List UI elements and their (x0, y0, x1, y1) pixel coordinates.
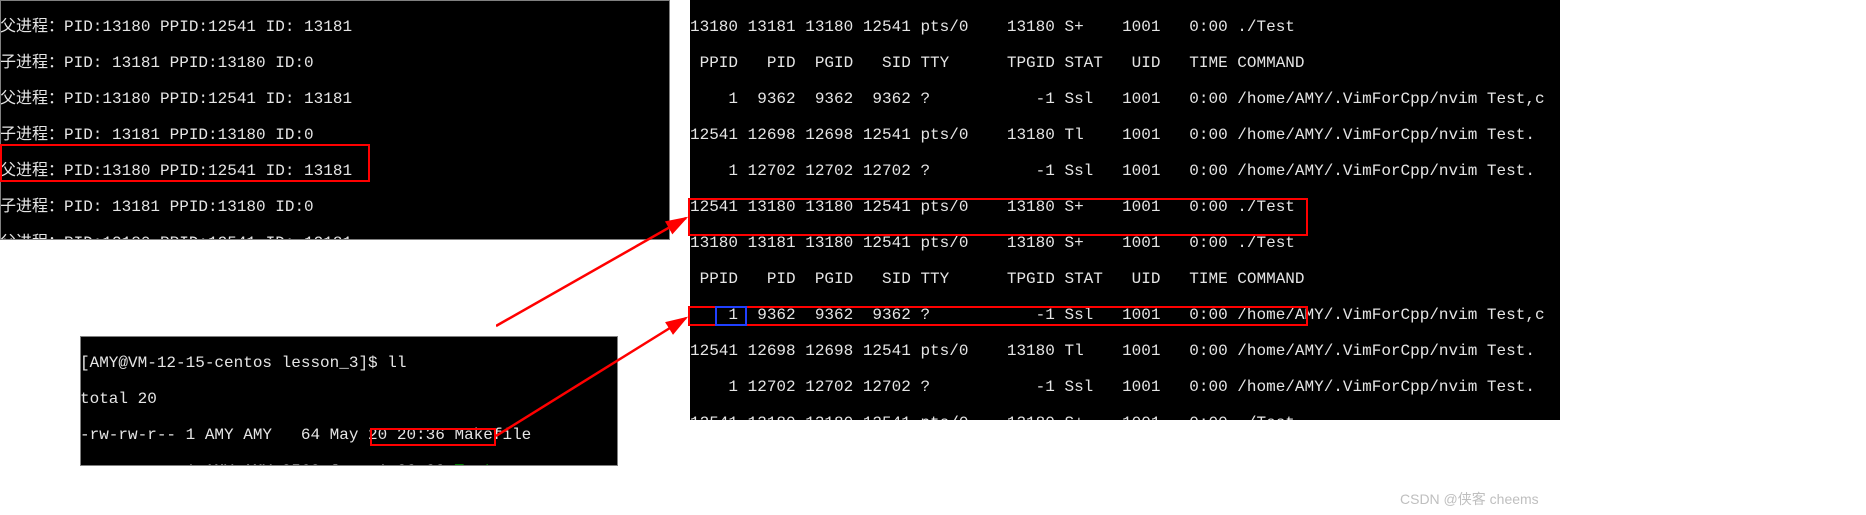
proc-line: 子进程：PID: 13181 PPID:13180 ID:0 (0, 54, 670, 72)
ps-line: 1 9362 9362 9362 ? -1 Ssl 1001 0:00 /hom… (690, 306, 1560, 324)
proc-line: 父进程：PID:13180 PPID:12541 ID: 13181 (0, 18, 670, 36)
ps-line: 1 12702 12702 12702 ? -1 Ssl 1001 0:00 /… (690, 378, 1560, 396)
ps-line: 13180 13181 13180 12541 pts/0 13180 S+ 1… (690, 234, 1560, 252)
ls-line: -rwxrwxr-x 1 AMY AMY 8568 Jun 1 22:22 Te… (80, 462, 618, 466)
ps-line: 12541 13180 13180 12541 pts/0 13180 S+ 1… (690, 414, 1560, 420)
ps-line: 1 9362 9362 9362 ? -1 Ssl 1001 0:00 /hom… (690, 90, 1560, 108)
watermark: CSDN @侠客 cheems (1400, 490, 1539, 508)
proc-line: 父进程：PID:13180 PPID:12541 ID: 13181 (0, 234, 670, 240)
ps-line: 1 12702 12702 12702 ? -1 Ssl 1001 0:00 /… (690, 162, 1560, 180)
ps-header: PPID PID PGID SID TTY TPGID STAT UID TIM… (690, 54, 1560, 72)
proc-line: 父进程：PID:13180 PPID:12541 ID: 13181 (0, 162, 670, 180)
ls-line: -rw-rw-r-- 1 AMY AMY 64 May 20 20:36 Mak… (80, 426, 618, 444)
terminal-output-1[interactable]: 父进程：PID:13180 PPID:12541 ID: 13181 子进程：P… (0, 0, 670, 240)
ps-line: 12541 12698 12698 12541 pts/0 13180 Tl 1… (690, 342, 1560, 360)
executable-name: Test (454, 462, 492, 466)
proc-line: 父进程：PID:13180 PPID:12541 ID: 13181 (0, 90, 670, 108)
prompt-line: [AMY@VM-12-15-centos lesson_3]$ ll (80, 354, 618, 372)
ps-line: 12541 13180 13180 12541 pts/0 13180 S+ 1… (690, 198, 1560, 216)
ps-line: 12541 12698 12698 12541 pts/0 13180 Tl 1… (690, 126, 1560, 144)
proc-line: 子进程：PID: 13181 PPID:13180 ID:0 (0, 126, 670, 144)
ls-total: total 20 (80, 390, 618, 408)
ps-header: PPID PID PGID SID TTY TPGID STAT UID TIM… (690, 270, 1560, 288)
terminal-output-2[interactable]: [AMY@VM-12-15-centos lesson_3]$ ll total… (80, 336, 618, 466)
terminal-output-3[interactable]: 13180 13181 13180 12541 pts/0 13180 S+ 1… (690, 0, 1560, 420)
proc-line: 子进程：PID: 13181 PPID:13180 ID:0 (0, 198, 670, 216)
ps-line: 13180 13181 13180 12541 pts/0 13180 S+ 1… (690, 18, 1560, 36)
